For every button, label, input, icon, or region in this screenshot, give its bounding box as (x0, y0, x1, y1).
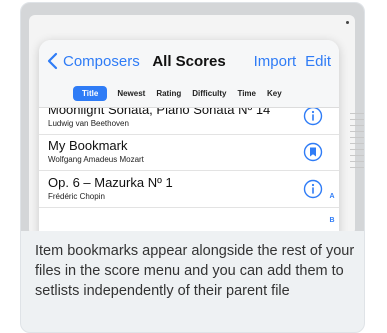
score-composer: Wolfgang Amadeus Mozart (48, 155, 144, 164)
score-title: My Bookmark (48, 138, 128, 153)
score-composer: Frédéric Chopin (48, 192, 105, 201)
nav-actions: Import Edit (254, 53, 331, 70)
sort-bar: Title Newest Rating Difficulty Time Key (39, 80, 339, 108)
import-button[interactable]: Import (254, 53, 297, 70)
score-list: Moonlight Sonata, Piano Sonata Nº 14 Lud… (39, 108, 339, 231)
section-index[interactable]: A B (327, 193, 337, 231)
bookmark-icon[interactable] (303, 142, 323, 162)
tip-caption: Item bookmarks appear alongside the rest… (35, 243, 355, 299)
score-title: Op. 6 – Mazurka Nº 1 (48, 175, 173, 190)
back-button[interactable]: Composers (45, 52, 140, 70)
sort-tab-time[interactable]: Time (237, 89, 256, 98)
chevron-left-icon (47, 52, 58, 70)
info-icon[interactable] (303, 179, 323, 199)
staff-lines (350, 113, 364, 193)
sort-tab-rating[interactable]: Rating (156, 89, 181, 98)
back-button-label: Composers (63, 52, 140, 70)
sort-tab-title[interactable]: Title (73, 86, 108, 101)
tip-card: Composers All Scores Import Edit Title N… (20, 2, 365, 333)
sort-tab-key[interactable]: Key (267, 89, 282, 98)
index-letter[interactable]: B (327, 217, 337, 224)
scores-popover: Composers All Scores Import Edit Title N… (39, 40, 339, 231)
list-item[interactable] (39, 208, 339, 231)
sort-tab-newest[interactable]: Newest (117, 89, 145, 98)
edit-button[interactable]: Edit (305, 53, 331, 70)
list-item[interactable]: Moonlight Sonata, Piano Sonata Nº 14 Lud… (39, 108, 339, 135)
list-item[interactable]: Op. 6 – Mazurka Nº 1 Frédéric Chopin (39, 171, 339, 208)
app-screenshot: Composers All Scores Import Edit Title N… (21, 3, 364, 231)
status-dot (346, 21, 349, 24)
info-icon[interactable] (303, 108, 323, 126)
index-letter[interactable]: A (327, 193, 337, 200)
list-item[interactable]: My Bookmark Wolfgang Amadeus Mozart (39, 134, 339, 171)
score-composer: Ludwig van Beethoven (48, 119, 129, 128)
nav-bar: Composers All Scores Import Edit (39, 40, 339, 80)
sort-tab-difficulty[interactable]: Difficulty (192, 89, 226, 98)
score-title: Moonlight Sonata, Piano Sonata Nº 14 (48, 108, 271, 117)
